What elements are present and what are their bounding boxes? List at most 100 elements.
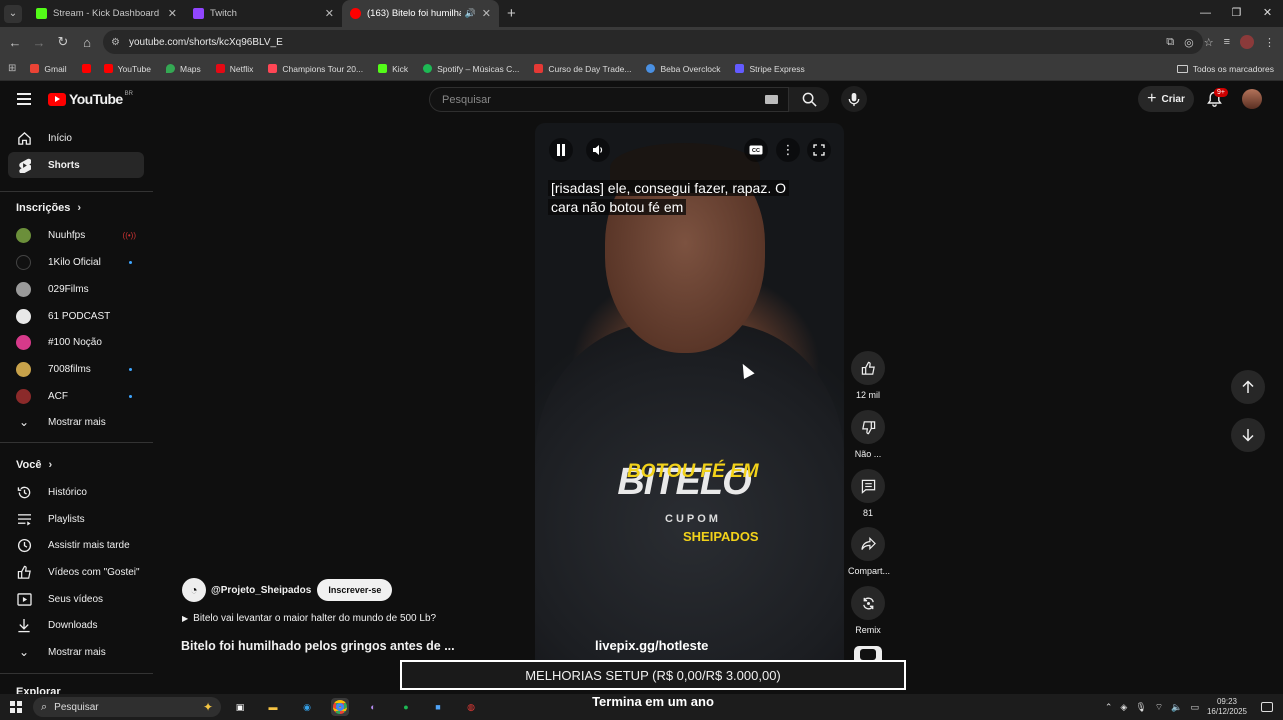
maximize-icon[interactable]: ❐: [1221, 0, 1252, 27]
bookmark-youtube[interactable]: YouTube: [103, 64, 151, 74]
site-info-icon[interactable]: ⚙: [111, 37, 120, 48]
taskbar-clock[interactable]: 09:23 16/12/2025: [1207, 697, 1247, 717]
comments-button[interactable]: 81: [848, 469, 888, 518]
all-bookmarks[interactable]: Todos os marcadores: [1176, 64, 1274, 74]
hamburger-menu-icon[interactable]: [17, 93, 31, 108]
channel-handle[interactable]: @Projeto_Sheipados: [211, 585, 311, 596]
home-icon[interactable]: ⌂: [75, 35, 99, 50]
captions-button[interactable]: CC: [744, 138, 768, 162]
profile-avatar[interactable]: [1240, 35, 1254, 49]
sidebar-item-playlists[interactable]: Playlists: [8, 506, 144, 532]
sidebar-item-home[interactable]: Início: [8, 125, 144, 151]
bookmark-maps[interactable]: Maps: [166, 64, 201, 74]
subscriptions-header[interactable]: Inscrições ›: [16, 202, 81, 214]
sidebar-item-watch-later[interactable]: Assistir mais tarde: [8, 532, 144, 558]
tab-twitch[interactable]: Twitch ✕: [185, 0, 342, 27]
notification-center-icon[interactable]: [1261, 702, 1273, 712]
taskbar-search-input[interactable]: ⌕ Pesquisar ✦: [33, 697, 221, 717]
sidebar-show-more-you[interactable]: ⌄ Mostrar mais: [8, 639, 144, 665]
channel-avatar[interactable]: ◔: [182, 578, 206, 602]
previous-short-button[interactable]: [1231, 370, 1265, 404]
chrome-browser-icon[interactable]: [331, 698, 349, 716]
volume-button[interactable]: [586, 138, 610, 162]
next-short-button[interactable]: [1231, 418, 1265, 452]
sidebar-sub-acf[interactable]: ACF: [8, 383, 144, 409]
audio-playing-icon[interactable]: 🔊: [465, 8, 476, 19]
sidebar-item-liked-videos[interactable]: Vídeos com "Gostei": [8, 559, 144, 585]
sidebar-show-more-subs[interactable]: ⌄ Mostrar mais: [8, 409, 144, 435]
sidebar-sub-61podcast[interactable]: 61 PODCAST: [8, 303, 144, 329]
menu-kebab-icon[interactable]: ⋮: [1264, 36, 1275, 49]
keyboard-icon[interactable]: [765, 95, 778, 104]
more-options-button[interactable]: ⋮: [776, 138, 800, 162]
bookmark-gmail[interactable]: Gmail: [30, 64, 67, 74]
bookmark-stripe[interactable]: Stripe Express: [735, 64, 805, 74]
reading-list-icon[interactable]: ≡: [1224, 36, 1230, 48]
like-circle[interactable]: [851, 351, 885, 385]
sidebar-sub-029films[interactable]: 029Films: [8, 276, 144, 302]
battery-icon[interactable]: ▭: [1190, 702, 1199, 713]
close-tab-icon[interactable]: ✕: [482, 7, 491, 20]
search-input[interactable]: Pesquisar: [429, 87, 789, 112]
tab-search-button[interactable]: ⌄: [4, 4, 22, 23]
minimize-icon[interactable]: —: [1190, 0, 1221, 27]
subscribe-button[interactable]: Inscrever-se: [317, 579, 393, 601]
bookmark-youtube-icon-only[interactable]: [81, 64, 96, 73]
search-button[interactable]: [789, 87, 829, 112]
tab-youtube-short[interactable]: (163) Bitelo foi humilhado 🔊 ✕: [342, 0, 499, 27]
apps-grid-icon[interactable]: ⊞: [8, 63, 16, 74]
close-window-icon[interactable]: ✕: [1252, 0, 1283, 27]
windows-start-icon[interactable]: [10, 701, 22, 713]
bookmark-beba-overclock[interactable]: Beba Overclock: [646, 64, 720, 74]
close-tab-icon[interactable]: ✕: [168, 7, 177, 20]
remix-button[interactable]: Remix: [848, 586, 888, 635]
dislike-circle[interactable]: [851, 410, 885, 444]
comments-circle[interactable]: [851, 469, 885, 503]
eye-slash-icon[interactable]: ◎: [1184, 36, 1194, 49]
address-bar[interactable]: ⚙ youtube.com/shorts/kcXq96BLV_E: [103, 30, 1203, 54]
account-avatar[interactable]: [1242, 89, 1262, 109]
voice-search-button[interactable]: [841, 86, 867, 112]
share-circle[interactable]: [851, 527, 885, 561]
sidebar-item-shorts[interactable]: Shorts: [8, 152, 144, 178]
bookmark-star-icon[interactable]: ☆: [1204, 36, 1214, 49]
bookmark-day-trade[interactable]: Curso de Day Trade...: [534, 64, 631, 74]
bookmark-netflix[interactable]: Netflix: [215, 64, 253, 74]
file-explorer-icon[interactable]: ▬: [264, 698, 282, 716]
sidebar-sub-nuuhfps[interactable]: Nuuhfps ((•)): [8, 222, 144, 248]
share-button[interactable]: Compart...: [848, 527, 890, 576]
wifi-icon[interactable]: ⌔: [1155, 702, 1163, 713]
sidebar-item-downloads[interactable]: Downloads: [8, 612, 144, 638]
related-video-link[interactable]: ▶ Bitelo vai levantar o maior halter do m…: [182, 613, 436, 624]
microphone-tray-icon[interactable]: 🎙: [1135, 702, 1146, 713]
bookmark-spotify[interactable]: Spotify – Músicas C...: [423, 64, 519, 74]
speaker-icon[interactable]: 🔈: [1171, 702, 1182, 713]
create-button[interactable]: + Criar: [1138, 86, 1194, 112]
remix-circle[interactable]: [851, 586, 885, 620]
back-icon[interactable]: ←: [3, 35, 27, 50]
channel-thumbnail-small[interactable]: [854, 646, 882, 660]
sidebar-item-your-videos[interactable]: Seus vídeos: [8, 586, 144, 612]
network-icon[interactable]: ◈: [1120, 702, 1127, 713]
you-header[interactable]: Você ›: [16, 459, 52, 471]
sidebar-sub-100nocao[interactable]: #100 Noção: [8, 329, 144, 355]
fullscreen-button[interactable]: [807, 138, 831, 162]
bookmark-kick[interactable]: Kick: [378, 64, 408, 74]
forward-icon[interactable]: →: [27, 35, 51, 50]
messenger-icon[interactable]: ◐: [364, 698, 382, 716]
video-title[interactable]: Bitelo foi humilhado pelos gringos antes…: [181, 639, 455, 653]
reload-icon[interactable]: ↻: [51, 34, 75, 50]
task-view-icon[interactable]: ▣: [231, 698, 249, 716]
new-tab-button[interactable]: +: [507, 5, 516, 22]
close-tab-icon[interactable]: ✕: [325, 7, 334, 20]
like-button[interactable]: 12 mil: [848, 351, 888, 400]
tab-kick-dashboard[interactable]: Stream - Kick Dashboard ✕: [28, 0, 185, 27]
install-app-icon[interactable]: ⧉: [1166, 36, 1174, 49]
pause-button[interactable]: [549, 138, 573, 162]
edge-browser-icon[interactable]: ◉: [298, 698, 316, 716]
sidebar-sub-7008films[interactable]: 7008films: [8, 356, 144, 382]
shorts-video-player[interactable]: BITELO BOTOU FÉ EM CUPOM SHEIPADOS CC ⋮ …: [535, 123, 844, 660]
tray-overflow-icon[interactable]: ⌃: [1105, 702, 1113, 713]
sidebar-item-history[interactable]: Histórico: [8, 479, 144, 505]
youtube-logo[interactable]: YouTube BR: [48, 91, 133, 107]
